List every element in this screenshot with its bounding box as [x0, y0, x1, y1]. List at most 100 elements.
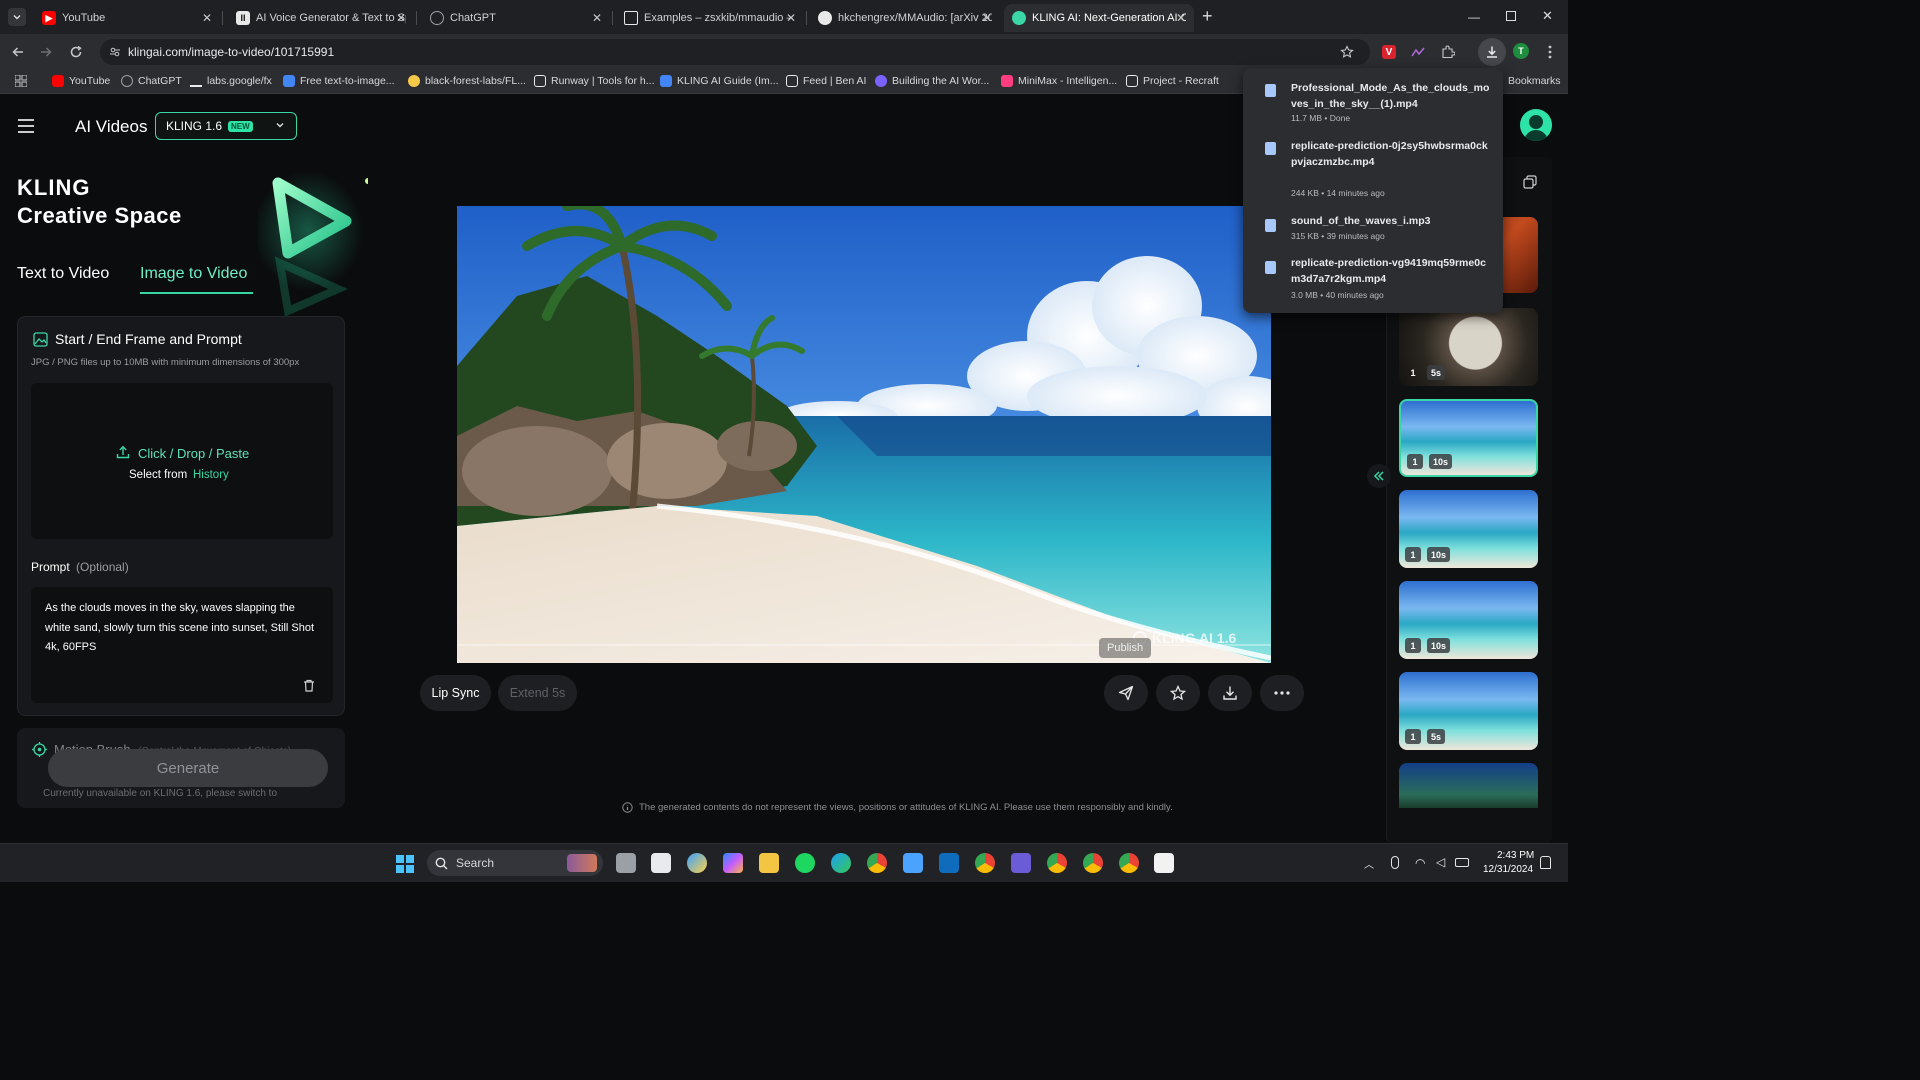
- tab-text-to-video[interactable]: Text to Video: [17, 265, 109, 283]
- download-item[interactable]: replicate-prediction-vg9419mq59rme0cm3d7…: [1243, 255, 1503, 305]
- bookmarks-folder[interactable]: Bookmarks: [1508, 75, 1561, 87]
- clock-time[interactable]: 2:43 PM: [1497, 850, 1534, 861]
- video-preview[interactable]: KLING AI 1.6 Publish: [457, 206, 1271, 663]
- model-selector[interactable]: KLING 1.6 NEW: [155, 112, 297, 140]
- browser-tab-kling[interactable]: KLING AI: Next-Generation AI C ✕: [1004, 4, 1194, 32]
- spotify-icon[interactable]: [795, 853, 815, 873]
- tab-search-button[interactable]: [8, 8, 26, 26]
- task-view-icon[interactable]: [616, 853, 636, 873]
- back-icon[interactable]: [9, 43, 27, 61]
- download-item[interactable]: sound_of_the_waves_i.mp3 315 KB • 39 min…: [1243, 213, 1503, 247]
- app-icon[interactable]: [1011, 853, 1031, 873]
- close-icon[interactable]: ✕: [592, 11, 602, 25]
- browser-tab-chatgpt[interactable]: ChatGPT ✕: [422, 4, 610, 32]
- history-thumbnail-selected[interactable]: 1 10s: [1399, 399, 1538, 477]
- browser-tab-youtube[interactable]: ▶ YouTube ✕: [34, 4, 220, 32]
- bookmark-building-ai-world[interactable]: Building the AI Wor...: [875, 75, 989, 87]
- prompt-textarea[interactable]: As the clouds moves in the sky, waves sl…: [31, 587, 333, 703]
- bookmark-runway[interactable]: Runway | Tools for h...: [534, 75, 655, 87]
- weather-app-icon[interactable]: [687, 853, 707, 873]
- image-upload-dropzone[interactable]: Click / Drop / Paste Select from History: [31, 383, 333, 539]
- notes-app-icon[interactable]: [651, 853, 671, 873]
- chrome-active-icon[interactable]: [975, 853, 995, 873]
- close-icon[interactable]: ✕: [982, 11, 992, 25]
- download-video-button[interactable]: [1208, 675, 1252, 711]
- reload-icon[interactable]: [67, 43, 85, 61]
- history-thumbnail[interactable]: [1399, 763, 1538, 808]
- browser-tab-github[interactable]: hkchengrex/MMAudio: [arXiv 20 ✕: [810, 4, 1000, 32]
- close-icon[interactable]: ✕: [202, 11, 212, 25]
- multi-select-icon[interactable]: [1523, 175, 1537, 189]
- chrome-profile-icon[interactable]: [1047, 853, 1067, 873]
- bookmark-star-icon[interactable]: [1340, 45, 1354, 59]
- kebab-menu-icon[interactable]: [1541, 43, 1559, 61]
- download-item[interactable]: replicate-prediction-0j2sy5hwbsrma0ckpvj…: [1243, 138, 1503, 202]
- history-link[interactable]: History: [193, 469, 229, 481]
- microphone-icon[interactable]: [1391, 856, 1399, 869]
- history-thumbnail[interactable]: 1 10s: [1399, 490, 1538, 568]
- tools-app-icon[interactable]: [903, 853, 923, 873]
- copilot-icon[interactable]: [723, 853, 743, 873]
- bookmark-youtube[interactable]: YouTube: [52, 75, 110, 87]
- close-icon[interactable]: ✕: [396, 11, 406, 25]
- browser-tab-replicate[interactable]: Examples – zsxkib/mmaudio – R ✕: [616, 4, 804, 32]
- extension-icon[interactable]: [1409, 43, 1427, 61]
- chrome-profile-icon[interactable]: [1119, 853, 1139, 873]
- bookmark-black-forest-labs[interactable]: black-forest-labs/FL...: [408, 75, 526, 87]
- extend-button[interactable]: Extend 5s: [498, 675, 577, 711]
- bookmark-labs-google[interactable]: labs.google/fx: [190, 75, 272, 87]
- user-avatar[interactable]: [1520, 109, 1552, 141]
- history-thumbnail[interactable]: 1 5s: [1399, 672, 1538, 750]
- bookmark-recraft[interactable]: Project - Recraft: [1126, 75, 1219, 87]
- lip-sync-button[interactable]: Lip Sync: [420, 675, 491, 711]
- thumb-duration: 10s: [1429, 454, 1453, 469]
- history-thumbnail[interactable]: 1 5s: [1399, 308, 1538, 386]
- clock-date[interactable]: 12/31/2024: [1483, 864, 1533, 875]
- download-item[interactable]: Professional_Mode_As_the_clouds_moves_in…: [1243, 80, 1503, 130]
- share-button[interactable]: [1104, 675, 1148, 711]
- restore-button[interactable]: [1506, 11, 1516, 21]
- outlook-icon[interactable]: [939, 853, 959, 873]
- bookmark-free-text-to-image[interactable]: Free text-to-image...: [283, 75, 395, 87]
- browser-tab-voice-generator[interactable]: II AI Voice Generator & Text to Sp ✕: [228, 4, 414, 32]
- apps-grid-icon[interactable]: [15, 75, 27, 87]
- new-tab-button[interactable]: +: [1202, 6, 1213, 27]
- chrome-profile-icon[interactable]: [1083, 853, 1103, 873]
- wifi-icon[interactable]: ◠: [1415, 856, 1425, 870]
- site-settings-icon[interactable]: [109, 46, 121, 58]
- taskbar-search[interactable]: Search: [427, 850, 603, 876]
- file-explorer-icon[interactable]: [759, 853, 779, 873]
- bookmark-chatgpt[interactable]: ChatGPT: [121, 75, 182, 87]
- collapse-history-button[interactable]: [1367, 464, 1391, 488]
- tray-overflow-icon[interactable]: ︿: [1364, 856, 1374, 871]
- profile-avatar[interactable]: T: [1513, 43, 1529, 59]
- bookmark-kling-guide[interactable]: KLING AI Guide (Im...: [660, 75, 779, 87]
- volume-icon[interactable]: ◁: [1436, 855, 1445, 869]
- favorite-button[interactable]: [1156, 675, 1200, 711]
- tab-image-to-video[interactable]: Image to Video: [140, 265, 247, 283]
- hamburger-menu-icon[interactable]: [18, 119, 34, 133]
- close-icon[interactable]: ✕: [786, 11, 796, 25]
- extensions-puzzle-icon[interactable]: [1439, 43, 1457, 61]
- address-bar[interactable]: klingai.com/image-to-video/101715991: [100, 39, 1370, 65]
- battery-icon[interactable]: [1455, 858, 1469, 867]
- notifications-icon[interactable]: [1540, 856, 1551, 869]
- history-thumbnail[interactable]: 1 10s: [1399, 581, 1538, 659]
- close-window-button[interactable]: ✕: [1542, 8, 1553, 24]
- bookmark-minimax[interactable]: MiniMax - Intelligen...: [1001, 75, 1117, 87]
- bookmark-feed-ben-ai[interactable]: Feed | Ben AI: [786, 75, 866, 87]
- publish-button[interactable]: Publish: [1099, 638, 1152, 658]
- forward-icon[interactable]: [37, 43, 55, 61]
- minimize-button[interactable]: —: [1468, 10, 1480, 24]
- generate-button[interactable]: Generate: [48, 749, 328, 787]
- chrome-icon[interactable]: [867, 853, 887, 873]
- more-options-button[interactable]: [1260, 675, 1304, 711]
- trash-icon[interactable]: [303, 679, 315, 692]
- edge-icon[interactable]: [831, 853, 851, 873]
- windows-start-icon[interactable]: [396, 855, 414, 873]
- browser-toolbar: klingai.com/image-to-video/101715991 V T: [0, 34, 1568, 70]
- close-icon[interactable]: ✕: [1176, 11, 1186, 25]
- vivaldi-extension-icon[interactable]: V: [1380, 43, 1398, 61]
- capcut-icon[interactable]: [1154, 853, 1174, 873]
- downloads-button[interactable]: [1478, 38, 1506, 66]
